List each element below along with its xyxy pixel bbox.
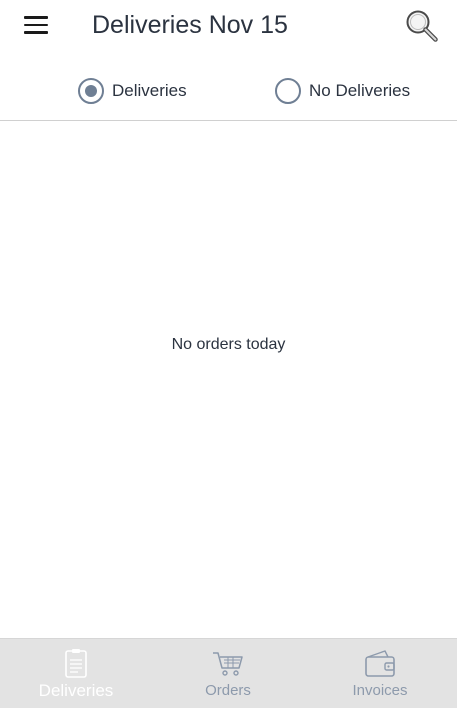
radio-deliveries[interactable]: Deliveries	[78, 76, 187, 106]
radio-selected-icon	[78, 78, 104, 104]
screen: Deliveries Nov 15 Deliveries No Deliveri…	[0, 0, 457, 708]
radio-unselected-icon	[275, 78, 301, 104]
radio-label: Deliveries	[112, 81, 187, 100]
search-icon[interactable]	[402, 6, 442, 46]
app-header: Deliveries Nov 15	[0, 0, 457, 52]
delivery-filter: Deliveries No Deliveries	[0, 62, 457, 121]
hamburger-menu-icon[interactable]	[18, 10, 54, 40]
radio-no-deliveries[interactable]: No Deliveries	[275, 76, 410, 106]
wallet-icon	[363, 648, 397, 678]
nav-invoices[interactable]: Invoices	[304, 639, 456, 708]
nav-label: Invoices	[352, 682, 408, 699]
radio-label: No Deliveries	[309, 81, 411, 100]
cart-icon	[211, 648, 245, 678]
nav-label: Deliveries	[38, 681, 114, 700]
bottom-nav: Deliveries Orders Invoices	[0, 638, 457, 708]
clipboard-icon	[59, 648, 93, 678]
nav-label: Orders	[205, 682, 251, 699]
page-title: Deliveries Nov 15	[92, 11, 288, 39]
empty-state-message: No orders today	[171, 336, 286, 353]
nav-orders[interactable]: Orders	[152, 639, 304, 708]
nav-deliveries[interactable]: Deliveries	[0, 639, 152, 708]
